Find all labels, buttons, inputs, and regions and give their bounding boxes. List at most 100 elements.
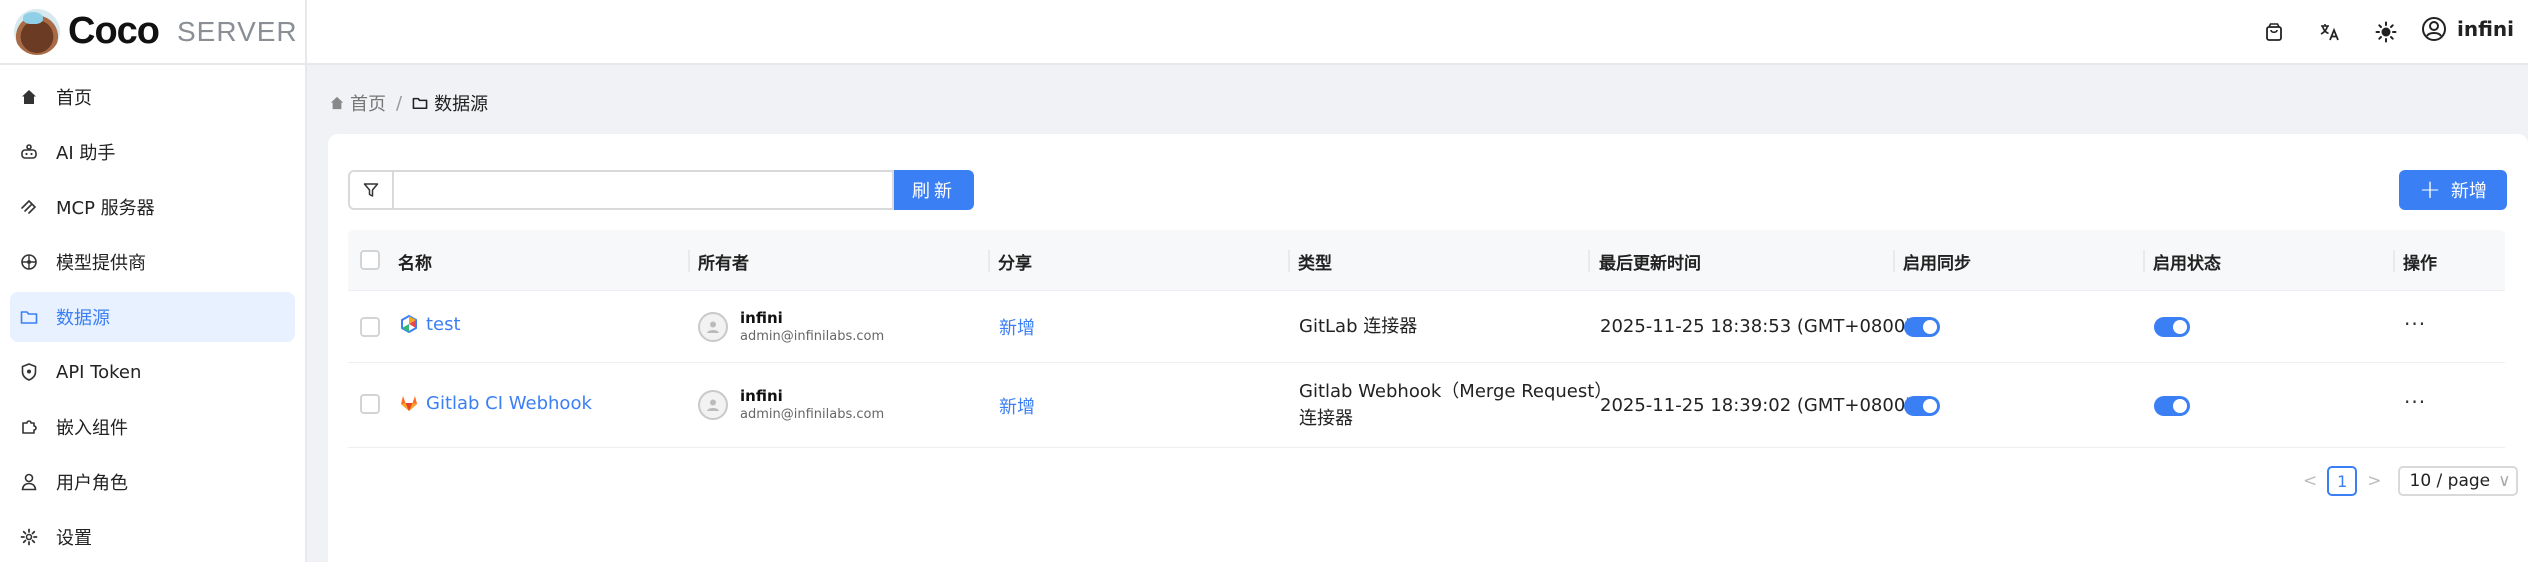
sidebar-item-ai-assistant[interactable]: AI 助手 (10, 127, 295, 177)
header-divider (1288, 250, 1290, 272)
header-divider (2143, 250, 2145, 272)
sidebar-item-label: MCP 服务器 (56, 198, 155, 219)
sidebar-item-label: 用户角色 (56, 473, 128, 494)
filter-icon (363, 183, 379, 197)
mcp-icon (20, 198, 38, 216)
share-add-link[interactable]: 新增 (999, 393, 1035, 419)
sidebar-item-data-sources[interactable]: 数据源 (10, 292, 295, 342)
updated-time: 2025-11-25 18:39:02 (GMT+0800) (1600, 395, 1913, 416)
chevron-down-icon: ∨ (2498, 471, 2511, 491)
header-type[interactable]: 类型 (1298, 249, 1332, 274)
sidebar-item-mcp[interactable]: MCP 服务器 (10, 182, 295, 232)
page-size-select[interactable]: 10 / page ∨ (2397, 466, 2518, 496)
brand-sub: SERVER (177, 15, 298, 47)
header-owner[interactable]: 所有者 (698, 249, 749, 274)
sidebar-item-settings[interactable]: 设置 (10, 512, 295, 562)
enabled-toggle[interactable] (2154, 317, 2190, 337)
sidebar-item-label: 模型提供商 (56, 253, 146, 274)
more-actions-icon[interactable]: ··· (2404, 312, 2426, 336)
header-updated[interactable]: 最后更新时间 (1599, 249, 1701, 274)
header-divider (1893, 250, 1895, 272)
page-1-button[interactable]: 1 (2327, 466, 2358, 496)
table-row: Gitlab CI Webhook infini admin@infinilab… (348, 363, 2505, 448)
owner-name: infini (740, 309, 783, 327)
brand-name: Coco (68, 10, 160, 52)
table-row: test infini admin@infinilabs.com 新增 GitL… (348, 291, 2505, 363)
sidebar: Coco SERVER 首页 AI 助手 MCP 服务器 模型提供商 数据源 A… (0, 0, 307, 562)
logo[interactable]: Coco SERVER (0, 0, 305, 65)
sidebar-item-label: 嵌入组件 (56, 418, 128, 439)
search-input[interactable] (394, 170, 894, 210)
type-cell: Gitlab Webhook（Merge Request） 连接器 (1299, 378, 1612, 432)
owner-avatar-icon (698, 389, 728, 420)
top-header: infini (307, 0, 2528, 65)
puzzle-icon (20, 418, 38, 436)
search-toolbar: 刷新 (348, 170, 974, 210)
enabled-toggle[interactable] (2154, 396, 2190, 416)
type-line-2: 连接器 (1299, 408, 1353, 429)
sidebar-item-home[interactable]: 首页 (10, 72, 295, 122)
sun-theme-icon[interactable] (2372, 18, 2400, 46)
translate-icon[interactable] (2316, 18, 2344, 46)
sidebar-item-label: 数据源 (56, 308, 110, 329)
model-icon (20, 253, 38, 271)
shopping-bag-icon[interactable] (2260, 18, 2288, 46)
type-cell: GitLab 连接器 (1299, 316, 1418, 337)
header-status[interactable]: 启用状态 (2153, 249, 2221, 274)
sync-toggle[interactable] (1904, 396, 1940, 416)
header-actions: 操作 (2403, 254, 2437, 274)
breadcrumb-separator: / (396, 92, 403, 114)
gear-icon (20, 528, 38, 546)
header-divider (688, 250, 690, 272)
share-add-link[interactable]: 新增 (999, 314, 1035, 340)
sidebar-item-user-roles[interactable]: 用户角色 (10, 457, 295, 507)
more-actions-icon[interactable]: ··· (2404, 390, 2426, 414)
sync-toggle[interactable] (1904, 317, 1940, 337)
sidebar-item-api-token[interactable]: API Token (10, 347, 295, 397)
data-source-name-link[interactable]: test (426, 314, 461, 335)
header-sync[interactable]: 启用同步 (1903, 249, 1971, 274)
owner-email: admin@infinilabs.com (740, 329, 885, 344)
add-button[interactable]: + 新增 (2399, 170, 2507, 210)
owner-email: admin@infinilabs.com (740, 407, 885, 422)
user-menu[interactable]: infini (2421, 16, 2514, 42)
sidebar-nav: 首页 AI 助手 MCP 服务器 模型提供商 数据源 API Token 嵌入组… (0, 65, 305, 562)
header-share[interactable]: 分享 (998, 249, 1032, 274)
coco-logo-icon (14, 8, 60, 55)
data-source-name-link[interactable]: Gitlab CI Webhook (426, 393, 592, 414)
row-checkbox[interactable] (360, 394, 380, 414)
home-icon (330, 96, 344, 110)
breadcrumb-home[interactable]: 首页 (350, 90, 386, 116)
header-divider (1588, 250, 1590, 272)
refresh-button[interactable]: 刷新 (894, 170, 974, 210)
header-divider (988, 250, 990, 272)
filter-button[interactable] (348, 170, 394, 210)
owner-cell: infini admin@infinilabs.com (698, 309, 884, 344)
gitlab-fox-icon (400, 394, 418, 412)
owner-name: infini (740, 387, 783, 405)
data-source-table: 名称 所有者 分享 类型 最后更新时间 启用同步 启用状态 操作 test in… (348, 230, 2505, 448)
sidebar-item-label: API Token (56, 361, 142, 383)
owner-avatar-icon (698, 311, 728, 342)
folder-icon (20, 308, 38, 326)
plus-icon: + (2419, 175, 2441, 205)
page-size-value: 10 / page (2409, 471, 2491, 491)
add-button-label: 新增 (2450, 181, 2487, 202)
sidebar-item-label: AI 助手 (56, 143, 116, 164)
prev-page-button[interactable]: < (2303, 471, 2317, 491)
table-header: 名称 所有者 分享 类型 最后更新时间 启用同步 启用状态 操作 (348, 230, 2505, 291)
pagination: < 1 > 10 / page ∨ (2303, 466, 2518, 496)
username: infini (2456, 17, 2514, 41)
data-source-card: 刷新 + 新增 名称 所有者 分享 类型 最后更新时间 启用同步 启用状态 操作 (328, 134, 2528, 562)
updated-time: 2025-11-25 18:38:53 (GMT+0800) (1600, 316, 1913, 337)
sidebar-item-embed[interactable]: 嵌入组件 (10, 402, 295, 452)
sidebar-item-model-providers[interactable]: 模型提供商 (10, 237, 295, 287)
user-icon (20, 473, 38, 491)
select-all-checkbox[interactable] (360, 250, 380, 270)
row-checkbox[interactable] (360, 317, 380, 337)
robot-icon (20, 143, 38, 161)
header-name[interactable]: 名称 (398, 249, 432, 274)
next-page-button[interactable]: > (2367, 471, 2381, 491)
breadcrumb-current: 数据源 (434, 94, 489, 115)
breadcrumb: 首页 / 数据源 (330, 90, 488, 116)
